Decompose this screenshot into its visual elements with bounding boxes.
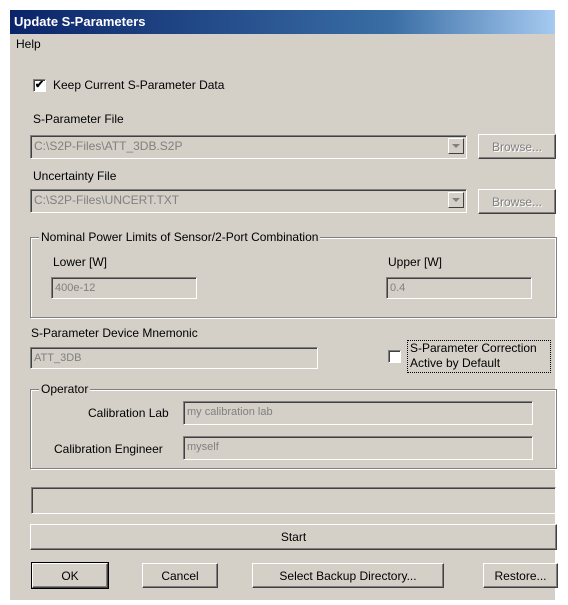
uncertainty-browse-button[interactable]: Browse... xyxy=(478,189,556,214)
select-backup-directory-button[interactable]: Select Backup Directory... xyxy=(252,563,444,588)
progress-bar xyxy=(31,487,556,514)
correction-line2: Active by Default xyxy=(410,356,501,370)
correction-line1: S-Parameter Correction xyxy=(410,341,537,355)
power-limits-legend: Nominal Power Limits of Sensor/2-Port Co… xyxy=(39,230,321,244)
uncertainty-file-value: C:\S2P-Files\UNCERT.TXT xyxy=(34,193,180,207)
menu-bar: Help xyxy=(10,34,555,54)
correction-checkbox[interactable] xyxy=(388,350,401,363)
sparam-file-value: C:\S2P-Files\ATT_3DB.S2P xyxy=(34,139,183,153)
keep-current-label[interactable]: Keep Current S-Parameter Data xyxy=(53,78,224,93)
ok-button[interactable]: OK xyxy=(31,562,109,589)
correction-focus[interactable]: S-Parameter Correction Active by Default xyxy=(407,340,551,373)
mnemonic-field[interactable]: ATT_3DB xyxy=(30,347,318,369)
sparam-file-combo[interactable]: C:\S2P-Files\ATT_3DB.S2P xyxy=(30,135,467,159)
calibration-lab-label: Calibration Lab xyxy=(88,406,169,420)
menu-help[interactable]: Help xyxy=(16,37,41,51)
cancel-button[interactable]: Cancel xyxy=(142,563,218,588)
chevron-down-icon[interactable] xyxy=(448,138,464,154)
operator-legend: Operator xyxy=(39,382,91,396)
uncertainty-file-label: Uncertainty File xyxy=(33,169,117,183)
calibration-lab-field[interactable]: my calibration lab xyxy=(183,401,533,425)
sparam-browse-button[interactable]: Browse... xyxy=(478,134,556,159)
calibration-engineer-field[interactable]: myself xyxy=(183,436,533,460)
restore-button[interactable]: Restore... xyxy=(483,563,558,588)
start-button[interactable]: Start xyxy=(30,524,557,550)
lower-field[interactable]: 400e-12 xyxy=(51,277,197,299)
chevron-down-icon[interactable] xyxy=(448,192,464,208)
mnemonic-label: S-Parameter Device Mnemonic xyxy=(31,326,198,340)
upper-label: Upper [W] xyxy=(388,255,443,269)
sparam-file-label: S-Parameter File xyxy=(33,112,124,126)
calibration-engineer-label: Calibration Engineer xyxy=(54,442,163,456)
uncertainty-file-combo[interactable]: C:\S2P-Files\UNCERT.TXT xyxy=(30,189,467,213)
keep-current-checkbox[interactable]: ✔ xyxy=(33,79,46,92)
lower-label: Lower [W] xyxy=(53,255,108,269)
upper-field[interactable]: 0.4 xyxy=(386,277,532,299)
window-title: Update S-Parameters xyxy=(10,10,555,34)
